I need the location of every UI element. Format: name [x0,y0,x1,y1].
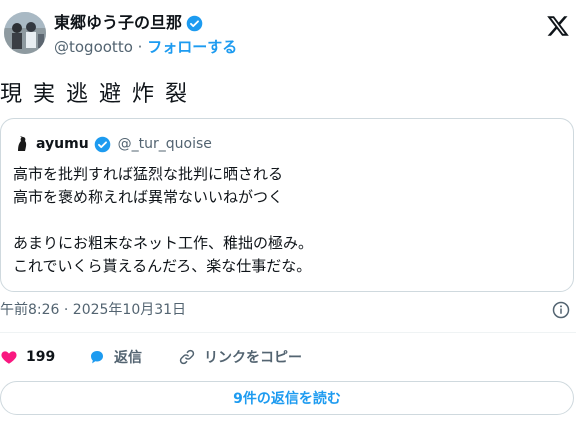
x-logo-icon[interactable] [546,14,570,38]
link-icon [179,349,195,365]
verified-badge-icon [186,15,203,31]
quoted-tweet-card[interactable]: ayumu @_tur_quoise 高市を批判すれば猛烈な批判に晒される 高市… [0,118,574,292]
heart-icon [1,351,17,364]
quote-line-blank [13,209,313,232]
quote-header: ayumu @_tur_quoise [13,135,212,153]
action-bar: 199 返信 リンクをコピー [0,346,302,368]
tweet-timestamp[interactable]: 午前8:26 · 2025年10月31日 [0,300,186,320]
reply-label: 返信 [114,350,142,366]
quote-line: 高市を批判すれば猛烈な批判に晒される [13,165,284,183]
quote-line: 高市を褒め称えれば異常ないいねがつく [13,188,284,206]
quote-body: 高市を批判すれば猛烈な批判に晒される 高市を褒め称えれば異常ないいねがつく あま… [13,163,313,278]
author-avatar[interactable] [4,12,46,54]
author-handle-row: @togootto · フォローする [54,36,237,58]
quote-avatar [13,135,31,153]
divider [0,332,576,333]
copy-link-label: リンクをコピー [204,350,302,366]
like-count: 199 [26,349,56,365]
author-name-row[interactable]: 東郷ゆう子の旦那 [54,12,203,34]
read-replies-label: 9件の返信を読む [233,391,341,407]
copy-link-button[interactable]: リンクをコピー [178,347,302,367]
avatar-photo [4,12,46,54]
quote-author-handle: @_tur_quoise [117,136,212,152]
info-icon[interactable] [552,301,570,319]
follow-button[interactable]: フォローする [147,38,237,56]
verified-badge-icon [94,136,110,152]
author-handle[interactable]: @togootto [54,38,133,56]
handle-separator: · [132,38,148,56]
read-replies-button[interactable]: 9件の返信を読む [0,381,574,415]
quote-line: これでいくら貰えるんだろ、楽な仕事だな。 [13,257,312,275]
speech-bubble-icon [91,351,103,364]
like-button[interactable]: 199 [0,348,88,366]
author-name[interactable]: 東郷ゆう子の旦那 [54,12,182,34]
reply-button[interactable]: 返信 [88,347,178,367]
tweet-text: 現実逃避炸裂 [0,82,199,107]
quote-line: あまりにお粗末なネット工作、稚拙の極み。 [13,234,314,252]
quote-author-name: ayumu [36,136,89,152]
